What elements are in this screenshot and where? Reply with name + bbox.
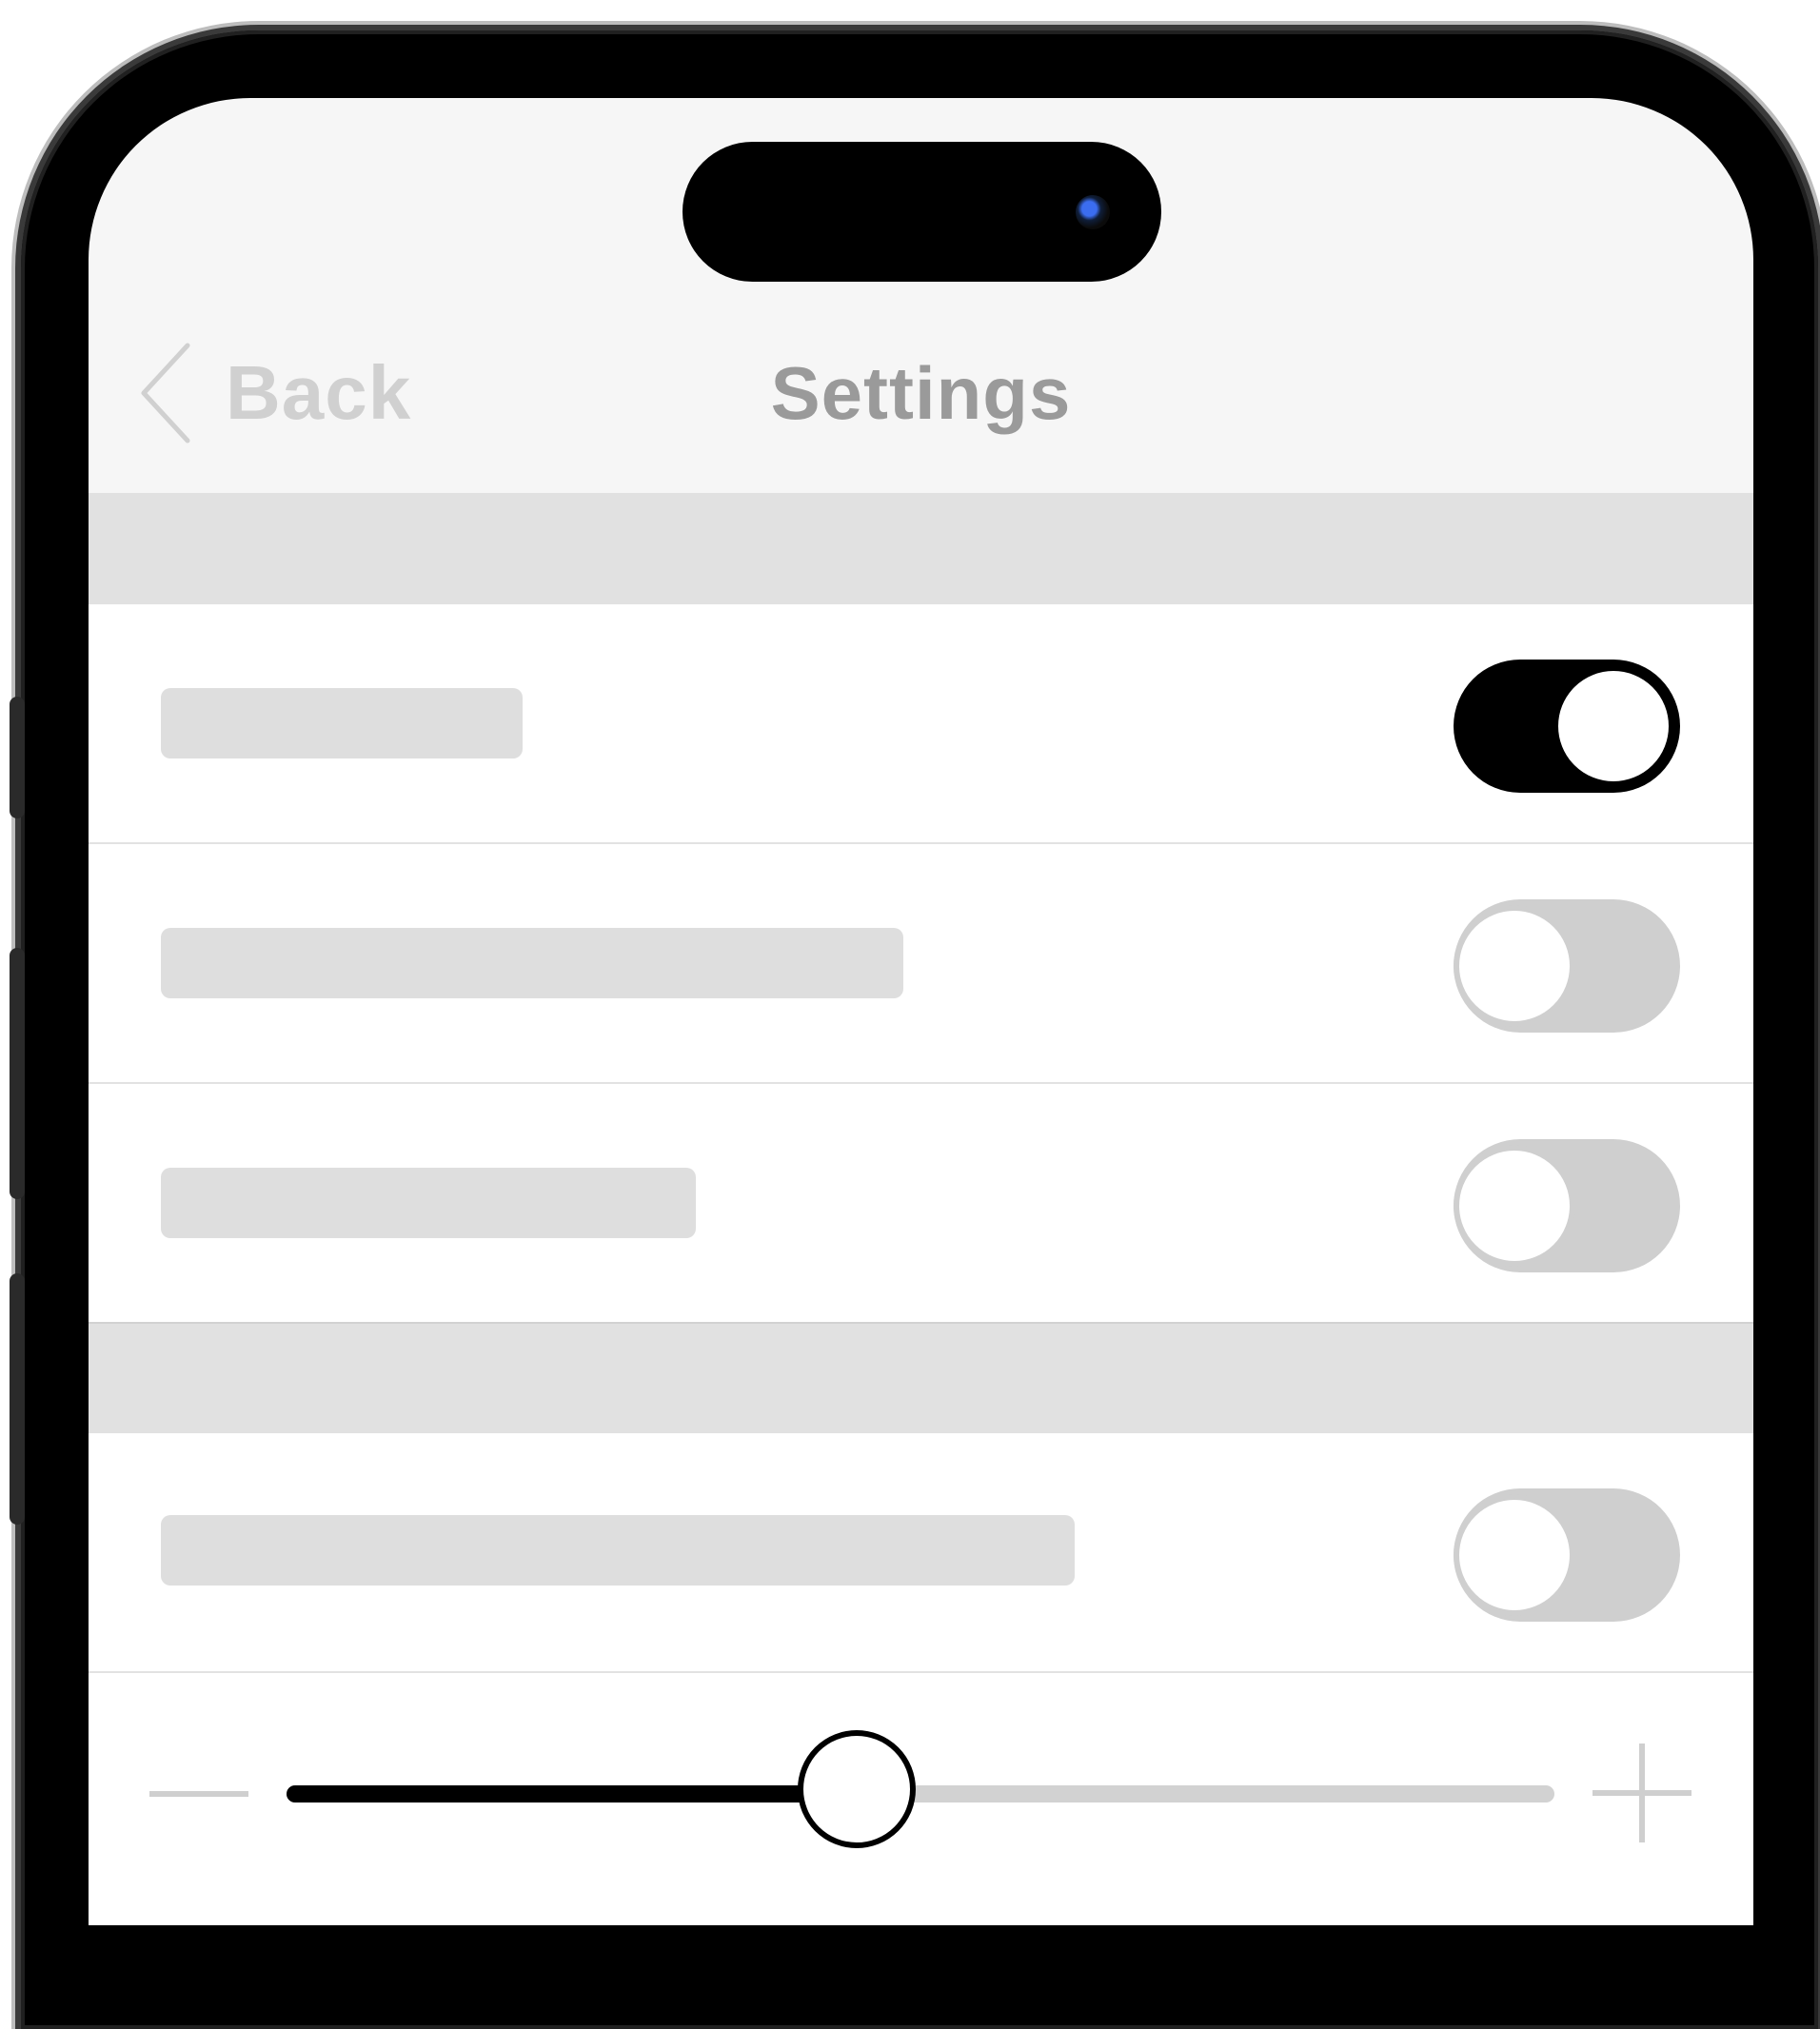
- page-title: Settings: [770, 351, 1072, 435]
- slider-row: [89, 1673, 1753, 1925]
- toggle-knob: [1454, 1145, 1575, 1267]
- settings-row-2: [89, 844, 1753, 1084]
- volume-up-button: [10, 948, 25, 1199]
- toggle-knob: [1553, 665, 1674, 787]
- row-label-placeholder: [161, 688, 523, 758]
- settings-row-4: [89, 1433, 1753, 1673]
- minus-icon[interactable]: [149, 1791, 248, 1797]
- row-label-placeholder: [161, 1515, 1075, 1586]
- settings-group-1: [89, 604, 1753, 1322]
- toggle-switch-3[interactable]: [1454, 1139, 1680, 1272]
- volume-down-button: [10, 1273, 25, 1525]
- section-header: [89, 1322, 1753, 1435]
- action-button: [10, 697, 25, 818]
- section-header: [89, 493, 1753, 604]
- settings-row-3: [89, 1084, 1753, 1322]
- toggle-switch-1[interactable]: [1454, 660, 1680, 793]
- toggle-switch-4[interactable]: [1454, 1488, 1680, 1622]
- camera-icon: [1076, 195, 1110, 229]
- slider-thumb[interactable]: [798, 1730, 917, 1848]
- toggle-switch-2[interactable]: [1454, 899, 1680, 1033]
- slider-fill: [287, 1785, 858, 1802]
- plus-icon[interactable]: [1592, 1743, 1691, 1842]
- screen: Back Settings: [89, 98, 1753, 1925]
- row-label-placeholder: [161, 1168, 696, 1238]
- slider-track[interactable]: [287, 1730, 1554, 1848]
- row-label-placeholder: [161, 928, 903, 998]
- navigation-bar: Back Settings: [89, 336, 1753, 450]
- toggle-knob: [1454, 905, 1575, 1027]
- toggle-knob: [1454, 1494, 1575, 1616]
- settings-row-1: [89, 604, 1753, 844]
- dynamic-island: [682, 142, 1161, 282]
